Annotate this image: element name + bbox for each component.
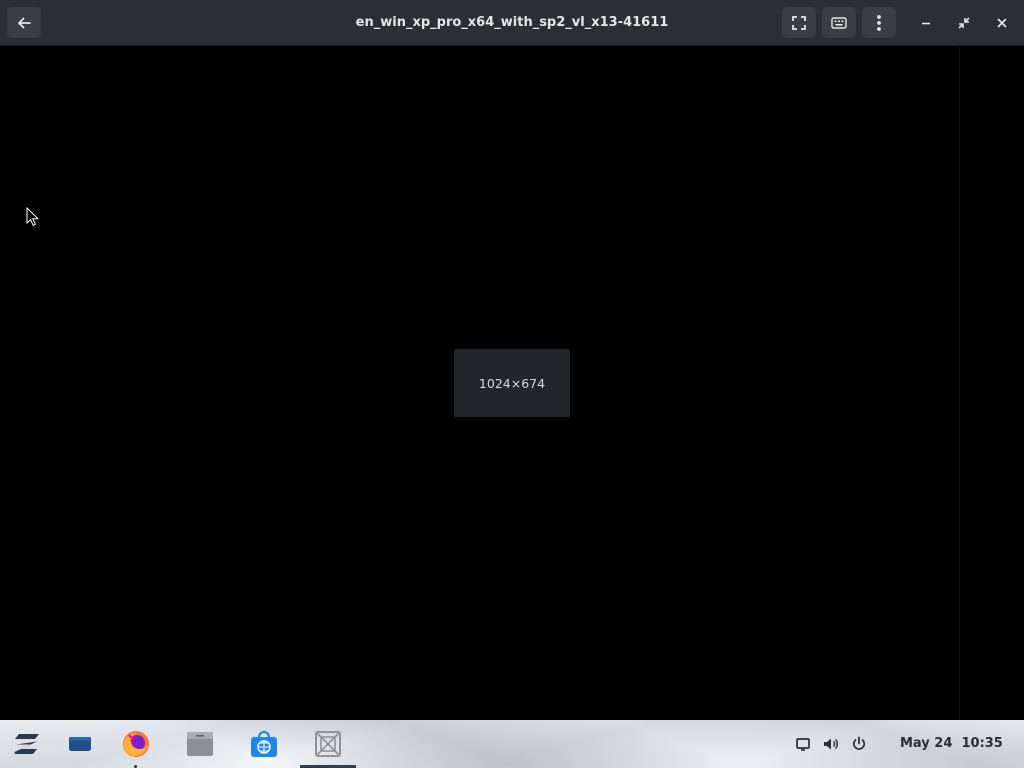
keyboard-icon: [831, 16, 847, 29]
display-edge: [959, 46, 960, 720]
window-switcher-button[interactable]: [57, 720, 103, 768]
volume-icon: [824, 738, 838, 750]
restore-button[interactable]: [951, 10, 977, 36]
close-button[interactable]: [989, 10, 1015, 36]
firefox-icon: [123, 731, 149, 757]
zorin-logo-icon: [14, 734, 39, 754]
virtual-machine-app-button[interactable]: [305, 720, 351, 768]
zorin-menu-button[interactable]: [4, 720, 50, 768]
firefox-button[interactable]: [113, 720, 159, 768]
windows-icon: [69, 737, 91, 751]
display-settings-button[interactable]: [792, 733, 814, 755]
taskbar: May 24 10:35: [0, 720, 1024, 768]
vm-icon: [315, 731, 341, 757]
arrow-left-icon: [18, 17, 31, 28]
minimize-icon: [922, 22, 930, 25]
back-button[interactable]: [7, 7, 41, 38]
files-button[interactable]: [177, 720, 223, 768]
keyboard-button[interactable]: [822, 7, 856, 38]
title-bar: en_win_xp_pro_x64_with_sp2_vl_x13-41611: [0, 0, 1024, 46]
software-store-button[interactable]: [241, 720, 287, 768]
mouse-cursor-icon: [26, 207, 39, 227]
display-icon: [796, 738, 810, 751]
power-button[interactable]: [848, 733, 870, 755]
folder-icon: [187, 732, 213, 756]
fullscreen-button[interactable]: [782, 7, 816, 38]
resolution-text: 1024×674: [478, 375, 546, 391]
store-icon: [251, 730, 277, 757]
fullscreen-icon: [792, 15, 806, 30]
remote-display[interactable]: 1024×674: [0, 46, 1024, 720]
minimize-button[interactable]: [913, 10, 939, 36]
vertical-dots-icon: [877, 14, 881, 31]
menu-button[interactable]: [862, 7, 896, 38]
clock[interactable]: May 24 10:35: [900, 720, 1003, 768]
power-icon: [853, 736, 865, 750]
volume-button[interactable]: [820, 733, 842, 755]
close-icon: [997, 18, 1007, 28]
resolution-overlay: 1024×674: [454, 349, 570, 417]
restore-icon: [958, 17, 970, 29]
